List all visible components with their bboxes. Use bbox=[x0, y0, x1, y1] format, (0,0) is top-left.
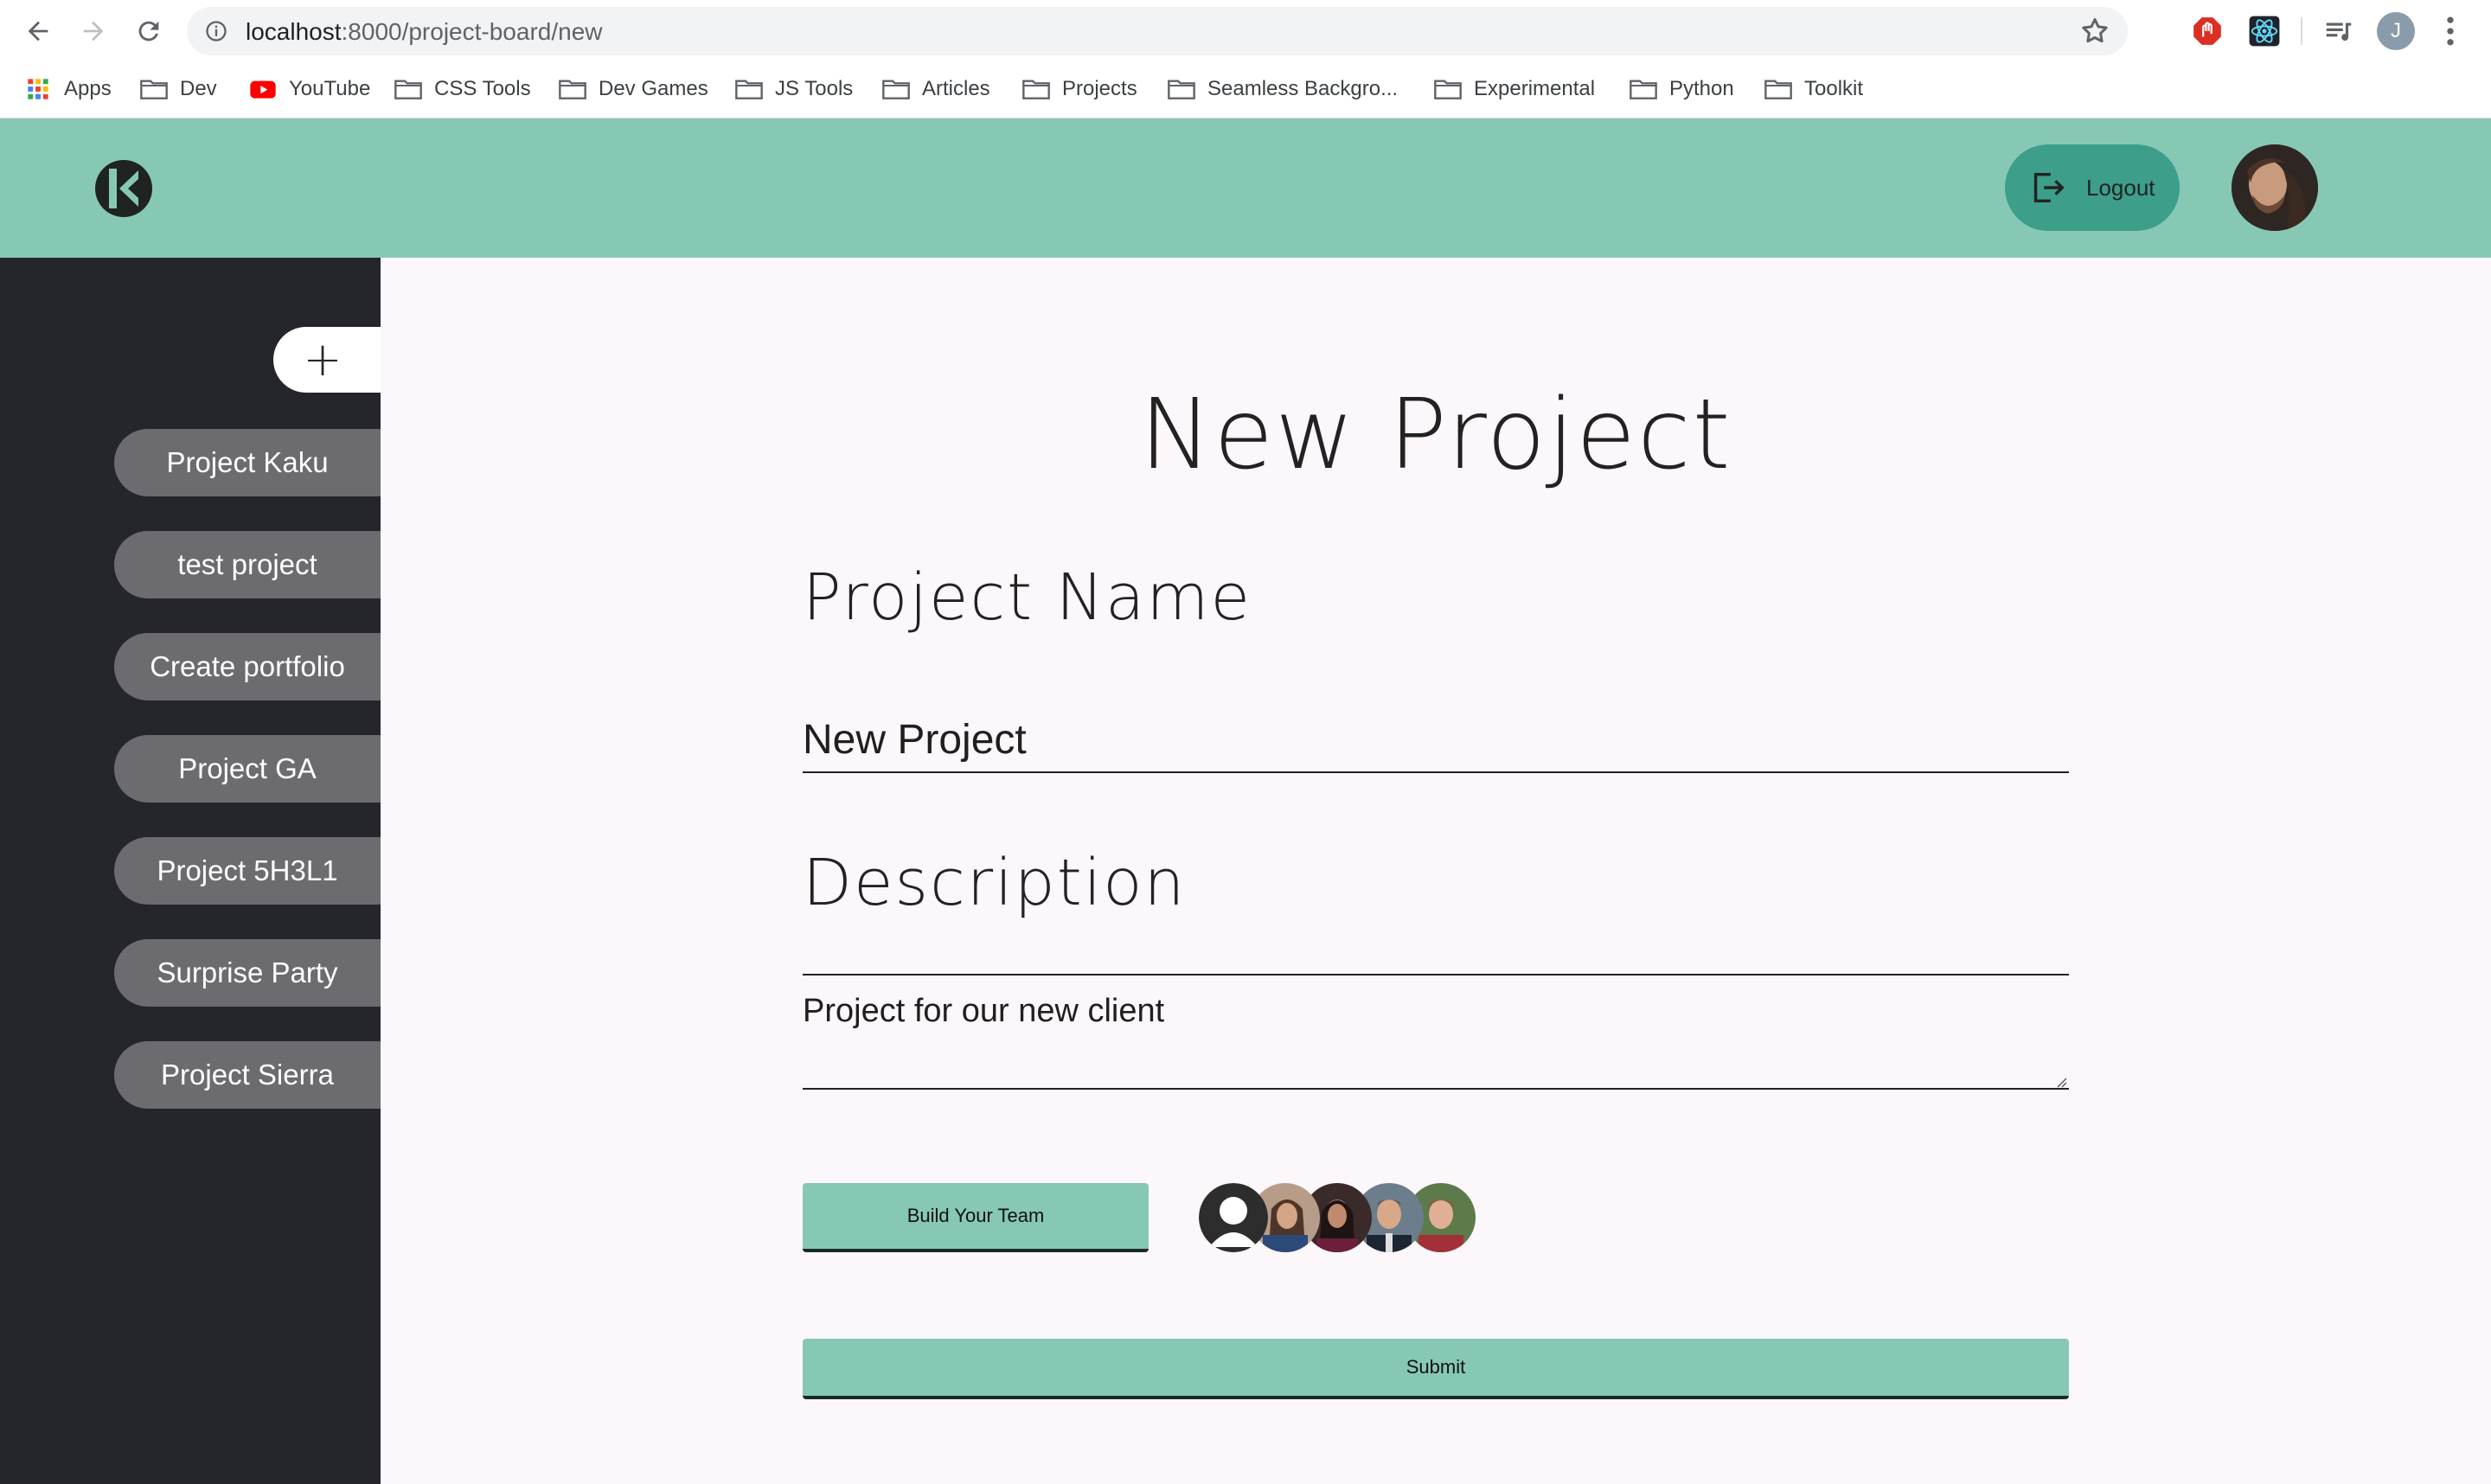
app-header: Logout bbox=[0, 118, 2491, 258]
bookmark-label: Apps bbox=[64, 77, 112, 100]
app-logo-icon[interactable] bbox=[93, 158, 154, 219]
bookmark-label: CSS Tools bbox=[434, 77, 531, 100]
youtube-icon bbox=[250, 80, 276, 99]
sidebar-item-label: Surprise Party bbox=[157, 956, 338, 988]
sidebar-item-label: Project Sierra bbox=[161, 1059, 334, 1091]
bookmark-label: Toolkit bbox=[1804, 77, 1864, 100]
build-team-label: Build Your Team bbox=[906, 1205, 1045, 1226]
bookmark-label: JS Tools bbox=[775, 77, 854, 100]
folder-icon bbox=[1022, 80, 1050, 99]
url-text: localhost:8000/project-board/new bbox=[246, 18, 603, 46]
adblock-extension-icon[interactable] bbox=[2188, 12, 2226, 50]
resize-handle-icon[interactable] bbox=[2053, 1074, 2067, 1088]
sidebar-item-label: Create portfolio bbox=[150, 650, 345, 682]
bookmark-toolkit[interactable]: Toolkit bbox=[1764, 74, 1863, 104]
bookmark-articles[interactable]: Articles bbox=[882, 74, 990, 104]
folder-icon bbox=[140, 80, 168, 99]
react-devtools-icon[interactable] bbox=[2245, 12, 2283, 50]
new-project-form: New Project Project Name Description Pro… bbox=[381, 258, 2491, 1484]
bookmark-label: Articles bbox=[922, 77, 990, 100]
folder-icon bbox=[1630, 80, 1657, 99]
folder-icon bbox=[559, 80, 586, 99]
apps-grid-icon bbox=[28, 79, 48, 99]
sidebar-item-project[interactable]: Project GA bbox=[114, 735, 381, 803]
build-team-button[interactable]: Build Your Team bbox=[803, 1183, 1149, 1252]
page-title: New Project bbox=[1139, 379, 1732, 491]
sidebar-item-label: test project bbox=[177, 548, 317, 580]
media-queue-icon[interactable] bbox=[2320, 12, 2358, 50]
bookmark-apps[interactable]: Apps bbox=[24, 74, 112, 104]
sidebar-item-project[interactable]: Surprise Party bbox=[114, 939, 381, 1007]
folder-icon bbox=[882, 80, 910, 99]
folder-icon bbox=[1434, 80, 1462, 99]
url-path: :8000/project-board/new bbox=[341, 18, 603, 45]
forward-arrow-icon[interactable] bbox=[74, 12, 112, 50]
sidebar: + Project Kaku test project Create portf… bbox=[0, 258, 381, 1484]
sidebar-item-project[interactable]: Project 5H3L1 bbox=[114, 837, 381, 905]
address-bar[interactable]: localhost:8000/project-board/new bbox=[187, 7, 2128, 55]
info-icon[interactable] bbox=[204, 19, 228, 43]
reload-icon[interactable] bbox=[130, 12, 168, 50]
bookmark-js-tools[interactable]: JS Tools bbox=[735, 74, 853, 104]
user-avatar[interactable] bbox=[2232, 144, 2318, 231]
submit-button[interactable]: Submit bbox=[803, 1339, 2069, 1399]
logout-label: Logout bbox=[2086, 174, 2155, 201]
folder-icon bbox=[735, 80, 763, 99]
sidebar-item-label: Project 5H3L1 bbox=[157, 854, 338, 886]
browser-chrome: localhost:8000/project-board/new J Apps … bbox=[0, 0, 2491, 118]
description-label: Description bbox=[803, 846, 1187, 920]
bookmark-label: Dev Games bbox=[599, 77, 708, 100]
folder-icon bbox=[394, 80, 422, 99]
toolbar-divider bbox=[2301, 17, 2302, 45]
add-project-button[interactable]: + bbox=[273, 327, 381, 393]
sidebar-item-label: Project Kaku bbox=[166, 446, 329, 478]
back-arrow-icon[interactable] bbox=[19, 12, 57, 50]
sidebar-item-project[interactable]: Project Sierra bbox=[114, 1041, 381, 1109]
bookmark-python[interactable]: Python bbox=[1630, 74, 1734, 104]
sidebar-item-label: Project GA bbox=[178, 752, 317, 784]
bookmark-projects[interactable]: Projects bbox=[1022, 74, 1137, 104]
project-name-input[interactable] bbox=[803, 690, 2069, 773]
bookmark-dev-games[interactable]: Dev Games bbox=[559, 74, 708, 104]
bookmark-label: Dev bbox=[180, 77, 217, 100]
more-vert-icon[interactable] bbox=[2437, 12, 2463, 50]
bookmark-seamless-backgrounds[interactable]: Seamless Backgro... bbox=[1168, 74, 1398, 104]
folder-icon bbox=[1168, 80, 1195, 99]
bookmark-label: Python bbox=[1669, 77, 1734, 100]
sidebar-item-project[interactable]: Create portfolio bbox=[114, 633, 381, 700]
sidebar-item-project[interactable]: Project Kaku bbox=[114, 429, 381, 496]
logout-button[interactable]: Logout bbox=[2005, 144, 2180, 231]
bookmark-youtube[interactable]: YouTube bbox=[249, 74, 370, 104]
logout-icon bbox=[2033, 172, 2065, 203]
bookmark-css-tools[interactable]: CSS Tools bbox=[394, 74, 531, 104]
user-photo-icon bbox=[2232, 144, 2318, 231]
project-name-label: Project Name bbox=[803, 560, 1252, 635]
bookmark-star-icon[interactable] bbox=[2079, 16, 2110, 47]
bookmark-experimental[interactable]: Experimental bbox=[1434, 74, 1595, 104]
plus-icon: + bbox=[303, 332, 343, 387]
submit-label: Submit bbox=[1406, 1356, 1466, 1378]
sidebar-item-project[interactable]: test project bbox=[114, 531, 381, 598]
description-divider bbox=[803, 974, 2069, 975]
bookmark-dev[interactable]: Dev bbox=[140, 74, 217, 104]
team-member-avatar[interactable] bbox=[1199, 1183, 1268, 1252]
folder-icon bbox=[1764, 80, 1792, 99]
url-host: localhost bbox=[246, 18, 342, 45]
bookmarks-bar: Apps Dev YouTube CSS Tools Dev Games JS … bbox=[0, 69, 2491, 109]
bookmark-label: Projects bbox=[1062, 77, 1137, 100]
bookmark-label: Seamless Backgro... bbox=[1207, 77, 1399, 100]
profile-avatar[interactable]: J bbox=[2377, 12, 2415, 50]
bookmark-label: Experimental bbox=[1474, 77, 1596, 100]
bookmark-label: YouTube bbox=[289, 77, 371, 100]
description-textarea[interactable]: Project for our new client bbox=[803, 984, 2069, 1090]
